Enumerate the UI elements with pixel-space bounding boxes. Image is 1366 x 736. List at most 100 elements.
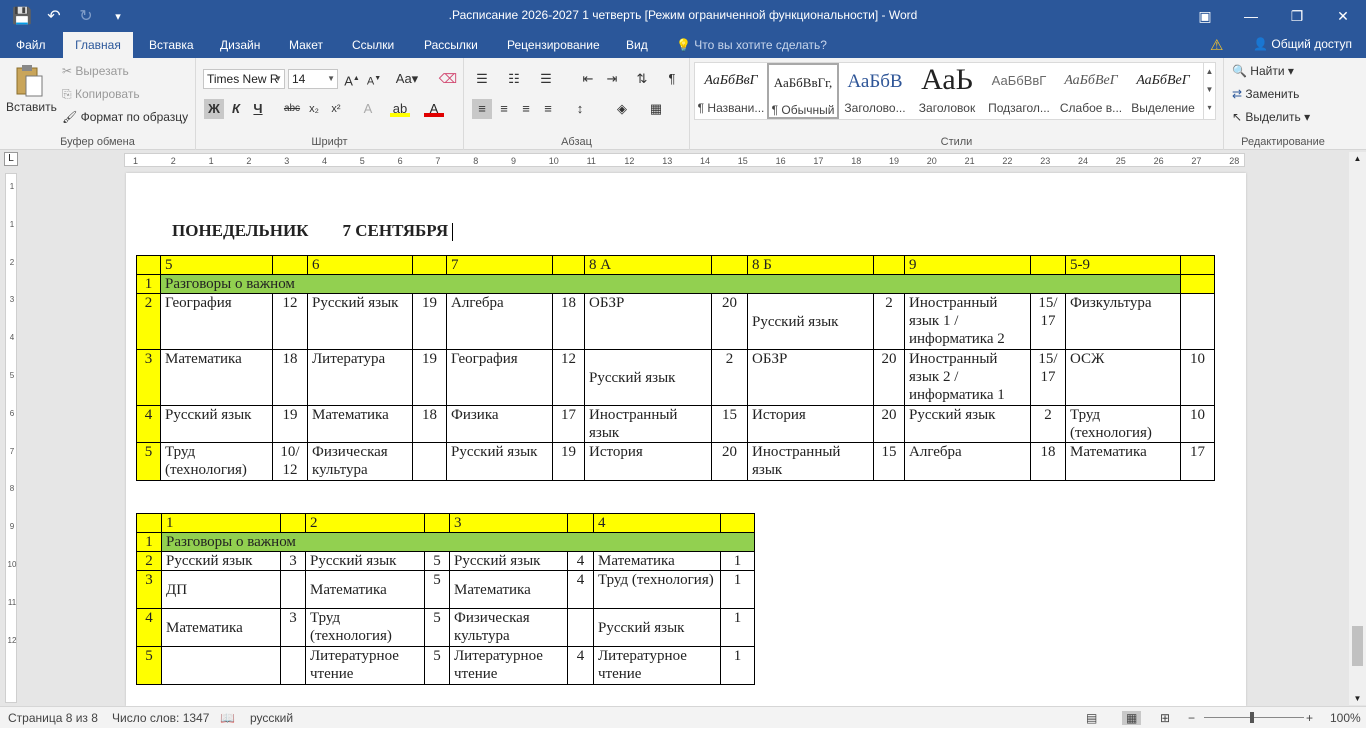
room-cell[interactable]: 5 xyxy=(424,646,450,685)
styles-scroll[interactable]: ▲ ▼ ▾ xyxy=(1203,63,1215,119)
lesson-number[interactable]: 5 xyxy=(136,442,161,481)
room-cell[interactable]: 2 xyxy=(873,293,905,350)
bold-button[interactable]: Ж xyxy=(204,99,224,119)
subject-cell[interactable]: Литературное чтение xyxy=(593,646,721,685)
pilcrow-icon[interactable]: ¶ xyxy=(662,69,682,89)
lesson-cell-talks[interactable]: Разговоры о важном xyxy=(161,532,755,552)
room-cell[interactable]: 10 xyxy=(1180,405,1215,443)
style-heading[interactable]: АаЬ Заголовок xyxy=(911,63,983,119)
room-cell[interactable]: 1 xyxy=(720,570,755,609)
table-cell[interactable] xyxy=(280,513,306,533)
room-cell[interactable]: 10 xyxy=(1180,349,1215,406)
subject-cell[interactable]: Русский язык xyxy=(160,405,273,443)
decrease-indent-icon[interactable]: ⇤ xyxy=(578,69,598,89)
subject-cell[interactable] xyxy=(161,646,281,685)
subject-cell[interactable]: Литературное чтение xyxy=(449,646,568,685)
borders-icon[interactable]: ▦ xyxy=(646,99,666,119)
subject-cell[interactable]: География xyxy=(160,293,273,350)
schedule-table-1[interactable]: 5678 А8 Б 9 5-9 1 Разговоры о важном 2 Географ… xyxy=(136,255,1215,481)
shading-icon[interactable]: ◈ xyxy=(612,99,632,119)
subject-cell[interactable]: Русский язык xyxy=(449,551,568,571)
font-color-icon[interactable]: A xyxy=(424,99,444,117)
room-cell[interactable]: 5 xyxy=(424,608,450,647)
table-cell[interactable] xyxy=(1030,255,1066,275)
increase-indent-icon[interactable]: ⇥ xyxy=(602,69,622,89)
room-cell[interactable]: 15 xyxy=(711,405,748,443)
room-cell[interactable]: 12 xyxy=(272,293,308,350)
room-cell[interactable] xyxy=(567,608,594,647)
copy-button[interactable]: ⎘ Копировать xyxy=(62,87,140,102)
table-cell[interactable] xyxy=(1180,274,1215,294)
cut-button[interactable]: ✂ Вырезать xyxy=(62,64,129,78)
zoom-in-icon[interactable]: + xyxy=(1306,711,1313,725)
subject-cell[interactable]: Русский язык xyxy=(593,608,721,647)
room-cell[interactable]: 3 xyxy=(280,551,306,571)
tab-selector[interactable]: L xyxy=(4,152,18,166)
room-cell[interactable]: 20 xyxy=(873,349,905,406)
scroll-down-icon[interactable]: ▼ xyxy=(1349,694,1366,703)
lesson-number[interactable]: 5 xyxy=(136,646,162,685)
tell-me-search[interactable]: 💡 Что вы хотите сделать? xyxy=(676,38,827,52)
room-cell[interactable] xyxy=(280,570,306,609)
lesson-number[interactable]: 3 xyxy=(136,349,161,406)
room-cell[interactable]: 12 xyxy=(552,349,585,406)
font-name-combo[interactable]: Times New R ▼ xyxy=(203,69,285,89)
minimize-button[interactable]: — xyxy=(1228,0,1274,32)
ribbon-display-icon[interactable]: ▣ xyxy=(1182,0,1228,32)
bullets-icon[interactable]: ☰ xyxy=(472,69,492,89)
subject-cell[interactable]: Иностранный язык xyxy=(747,442,874,481)
table-cell[interactable] xyxy=(272,255,308,275)
language[interactable]: русский xyxy=(250,711,293,725)
replace-button[interactable]: ⇄ Заменить xyxy=(1232,87,1299,101)
room-cell[interactable]: 19 xyxy=(412,349,447,406)
lesson-number[interactable]: 3 xyxy=(136,570,162,609)
lesson-number[interactable]: 2 xyxy=(136,293,161,350)
table-cell[interactable] xyxy=(1180,255,1215,275)
class-header-cell[interactable]: 1 xyxy=(161,513,281,533)
room-cell[interactable]: 20 xyxy=(711,442,748,481)
word-count[interactable]: Число слов: 1347 xyxy=(112,711,209,725)
table-cell[interactable] xyxy=(136,255,161,275)
zoom-out-icon[interactable]: − xyxy=(1188,711,1195,725)
room-cell[interactable]: 1 xyxy=(720,646,755,685)
subject-cell[interactable]: Литература xyxy=(307,349,413,406)
class-header-cell[interactable]: 5-9 xyxy=(1065,255,1181,275)
subject-cell[interactable]: Русский язык xyxy=(904,405,1031,443)
web-layout-icon[interactable]: ⊞ xyxy=(1160,711,1170,725)
table-cell[interactable] xyxy=(136,513,162,533)
subject-cell[interactable]: История xyxy=(747,405,874,443)
subject-cell[interactable]: Математика xyxy=(449,570,568,609)
subject-cell[interactable]: Алгебра xyxy=(904,442,1031,481)
align-left-icon[interactable]: ≡ xyxy=(472,99,492,119)
subject-cell[interactable]: Математика xyxy=(307,405,413,443)
room-cell[interactable]: 3 xyxy=(280,608,306,647)
room-cell[interactable]: 4 xyxy=(567,646,594,685)
zoom-slider-thumb[interactable] xyxy=(1250,712,1254,723)
room-cell[interactable] xyxy=(1180,293,1215,350)
strikethrough-button[interactable]: abc xyxy=(282,99,302,119)
room-cell[interactable]: 18 xyxy=(412,405,447,443)
style-heading1[interactable]: АаБбВ Заголово... xyxy=(839,63,911,119)
class-header-cell[interactable]: 5 xyxy=(160,255,273,275)
subject-cell[interactable]: Русский язык xyxy=(446,442,553,481)
schedule-table-2[interactable]: 1 2 3 4 1 Разговоры о важном 2 Русский язык 3 Рус… xyxy=(136,513,755,685)
vertical-scrollbar[interactable]: ▲ ▼ xyxy=(1349,152,1366,705)
room-cell[interactable]: 10/ 12 xyxy=(272,442,308,481)
room-cell[interactable]: 1 xyxy=(720,608,755,647)
class-header-cell[interactable]: 8 А xyxy=(584,255,712,275)
class-header-cell[interactable]: 3 xyxy=(449,513,568,533)
class-header-cell[interactable]: 8 Б xyxy=(747,255,874,275)
room-cell[interactable]: 1 xyxy=(720,551,755,571)
table-cell[interactable] xyxy=(720,513,755,533)
room-cell[interactable]: 17 xyxy=(552,405,585,443)
room-cell[interactable] xyxy=(412,442,447,481)
room-cell[interactable]: 2 xyxy=(711,349,748,406)
change-case-icon[interactable]: Aa▾ xyxy=(392,69,422,89)
sort-icon[interactable]: ⇅ xyxy=(632,69,652,89)
subject-cell[interactable]: ОСЖ xyxy=(1065,349,1181,406)
tab-layout[interactable]: Макет xyxy=(281,32,331,58)
tab-home[interactable]: Главная xyxy=(63,32,133,58)
zoom-slider[interactable] xyxy=(1204,717,1304,718)
table-cell[interactable] xyxy=(552,255,585,275)
subject-cell[interactable]: Иностранный язык 1 / информатика 2 xyxy=(904,293,1031,350)
